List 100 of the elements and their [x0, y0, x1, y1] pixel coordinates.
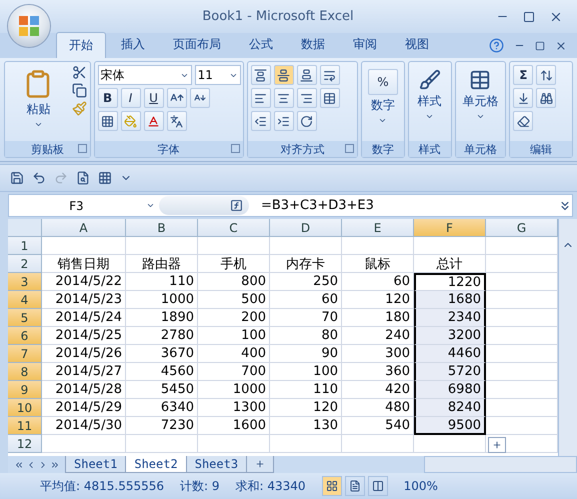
maximize-icon[interactable]	[523, 10, 535, 22]
ribbon-tab[interactable]: 视图	[392, 31, 442, 58]
align-button[interactable]	[296, 88, 317, 108]
vertical-align-button[interactable]	[250, 65, 271, 85]
insert-function-button[interactable]	[159, 196, 249, 215]
font-name-field[interactable]: 宋体	[98, 65, 192, 85]
cells-button[interactable]: 单元格	[458, 65, 502, 138]
view-button[interactable]	[322, 476, 342, 496]
column-header[interactable]: D	[270, 219, 342, 237]
merge-button[interactable]	[320, 88, 340, 108]
dialog-launcher-icon[interactable]	[345, 144, 354, 153]
wrap-text-button[interactable]	[320, 65, 340, 85]
shrink-font-button[interactable]	[190, 88, 210, 108]
sheet-tab[interactable]: Sheet3	[186, 456, 248, 473]
ribbon-tab[interactable]: 数据	[288, 31, 338, 58]
row-header[interactable]: 7	[8, 345, 42, 363]
table-cell: 3670	[126, 345, 198, 363]
last-sheet-icon[interactable]	[50, 460, 60, 470]
orientation-button[interactable]	[296, 111, 317, 131]
horizontal-scrollbar[interactable]	[424, 456, 577, 473]
vertical-align-button[interactable]	[274, 65, 294, 85]
column-header[interactable]: F	[414, 219, 486, 237]
print-preview-icon[interactable]	[76, 171, 90, 185]
vertical-scrollbar[interactable]	[558, 219, 577, 456]
view-button[interactable]	[344, 476, 365, 496]
undo-icon[interactable]	[32, 171, 46, 185]
copy-icon[interactable]	[72, 83, 87, 98]
dialog-launcher-icon[interactable]	[230, 144, 240, 153]
table-cell: 2014/5/25	[42, 327, 126, 345]
table-cell: 5720	[414, 363, 486, 381]
row-header[interactable]: 11	[8, 417, 42, 435]
table-cell: 8240	[414, 399, 486, 417]
align-button[interactable]	[250, 88, 271, 108]
ribbon-tab[interactable]: 开始	[56, 32, 106, 58]
clear-button[interactable]	[513, 111, 534, 131]
table-cell: 1680	[414, 291, 486, 309]
find-button[interactable]	[536, 88, 556, 108]
first-sheet-icon[interactable]	[14, 460, 24, 470]
ribbon-tab[interactable]: 插入	[108, 31, 158, 58]
fill-button[interactable]	[513, 88, 534, 108]
cut-icon[interactable]	[72, 65, 87, 80]
name-box[interactable]: F3	[9, 198, 159, 212]
table-cell: 2014/5/28	[42, 381, 126, 399]
fill-color-button[interactable]	[120, 111, 141, 131]
italic-button[interactable]: I	[120, 88, 141, 108]
brush-icon	[418, 69, 441, 91]
table-cell: 9500	[414, 417, 486, 435]
restore-icon[interactable]	[535, 40, 545, 50]
help-icon[interactable]	[489, 38, 504, 53]
column-header[interactable]: G	[486, 219, 558, 237]
autosum-button[interactable]: Σ	[513, 65, 534, 85]
font-size-field[interactable]: 11	[194, 65, 241, 85]
selection-icon[interactable]	[98, 171, 112, 185]
sheet-tab[interactable]: Sheet1	[65, 456, 126, 473]
phonetic-button[interactable]	[166, 111, 187, 131]
row-header[interactable]: 8	[8, 363, 42, 381]
column-header[interactable]: C	[198, 219, 270, 237]
paste-options-button[interactable]	[488, 437, 506, 453]
ribbon-tab[interactable]: 审阅	[340, 31, 390, 58]
increase-indent-button[interactable]	[274, 111, 294, 131]
borders-button[interactable]	[98, 111, 118, 131]
sort-filter-button[interactable]	[536, 65, 556, 85]
row-header[interactable]: 5	[8, 309, 42, 327]
table-cell: 240	[342, 327, 414, 345]
ribbon-tab[interactable]: 公式	[236, 31, 286, 58]
row-header[interactable]: 6	[8, 327, 42, 345]
view-button[interactable]	[368, 476, 388, 496]
column-header[interactable]: A	[42, 219, 126, 237]
table-cell: 2014/5/30	[42, 417, 126, 435]
row-header[interactable]: 12	[8, 435, 42, 453]
close-icon[interactable]	[555, 40, 567, 52]
column-header[interactable]: E	[342, 219, 414, 237]
row-header[interactable]: 2	[8, 255, 42, 273]
row-header[interactable]: 3	[8, 273, 42, 291]
insert-sheet-tab[interactable]	[246, 456, 274, 473]
styles-button[interactable]: 样式	[412, 65, 448, 138]
font-color-button[interactable]	[144, 111, 164, 131]
row-header[interactable]: 4	[8, 291, 42, 309]
sheet-tab[interactable]: Sheet2	[125, 456, 187, 473]
ribbon-tab[interactable]: 页面布局	[160, 31, 234, 58]
group-title: 字体	[158, 142, 180, 156]
paste-button[interactable]: 粘贴	[8, 65, 69, 138]
bold-button[interactable]: B	[98, 88, 118, 108]
row-header[interactable]: 9	[8, 381, 42, 399]
column-header[interactable]: B	[126, 219, 198, 237]
align-button[interactable]	[274, 88, 294, 108]
number-button[interactable]: % 数字	[365, 65, 401, 138]
row-header[interactable]: 1	[8, 237, 42, 255]
vertical-align-button[interactable]	[296, 65, 317, 85]
underline-button[interactable]: U	[144, 88, 164, 108]
row-header[interactable]: 10	[8, 399, 42, 417]
table-cell: 700	[198, 363, 270, 381]
formula-field[interactable]: =B3+C3+D3+E3	[249, 198, 558, 213]
grow-font-button[interactable]	[166, 88, 187, 108]
save-icon[interactable]	[10, 171, 24, 185]
borders-icon	[101, 114, 114, 128]
percent-icon: %	[368, 69, 398, 95]
zoom-level[interactable]: 100%	[404, 479, 438, 493]
decrease-indent-button[interactable]	[250, 111, 271, 131]
dialog-launcher-icon[interactable]	[78, 144, 87, 153]
